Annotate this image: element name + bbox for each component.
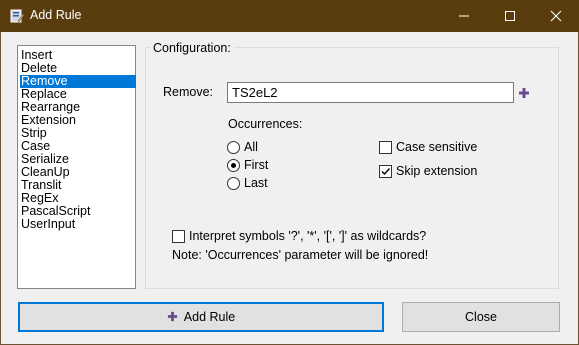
occurrences-note: Note: 'Occurrences' parameter will be ig… [172,248,429,262]
configuration-label: Configuration: [150,41,234,55]
maximize-icon [505,11,515,21]
close-button[interactable]: Close [402,302,560,332]
close-window-button[interactable] [533,0,579,32]
radio-last[interactable] [227,177,240,190]
close-icon [550,10,562,22]
window-title: Add Rule [30,8,82,22]
rule-item-userinput[interactable]: UserInput [20,218,136,231]
renamer-icon [10,9,25,23]
skip-extension-checkbox[interactable] [379,165,392,178]
plus-icon[interactable] [518,87,530,99]
add-rule-button[interactable]: Add Rule [18,302,384,332]
radio-all-label[interactable]: All [244,140,258,154]
remove-input[interactable]: TS2eL2 [227,82,514,103]
maximize-button[interactable] [487,0,533,32]
minimize-button[interactable] [441,0,487,32]
remove-label: Remove: [163,85,214,99]
rule-list[interactable]: Insert Delete Remove Replace Rearrange E… [17,45,136,289]
wildcards-checkbox[interactable] [172,230,185,243]
radio-first-label[interactable]: First [244,158,268,172]
radio-first[interactable] [227,159,240,172]
case-sensitive-label[interactable]: Case sensitive [396,140,477,154]
checkmark-icon [381,168,391,176]
skip-extension-label[interactable]: Skip extension [396,164,477,178]
title-bar: Add Rule [0,0,579,32]
wildcards-label[interactable]: Interpret symbols '?', '*', '[', ']' as … [189,229,426,243]
close-label: Close [465,310,497,324]
occurrences-label: Occurrences: [228,117,303,131]
case-sensitive-checkbox[interactable] [379,141,392,154]
add-rule-label: Add Rule [183,310,236,324]
radio-last-label[interactable]: Last [244,176,268,190]
plus-icon [167,311,177,322]
radio-all[interactable] [227,141,240,154]
minimize-icon [459,15,469,17]
